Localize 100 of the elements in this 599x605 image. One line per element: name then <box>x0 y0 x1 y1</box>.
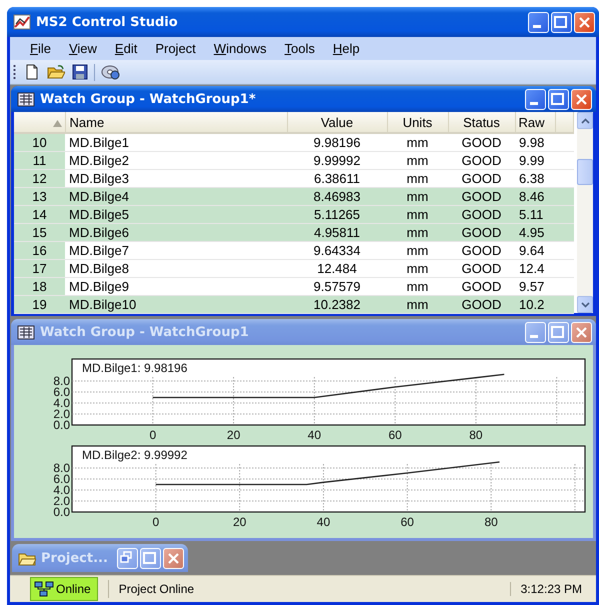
y-tick-label: 4.0 <box>53 396 70 410</box>
menu-item[interactable]: Help <box>324 39 368 58</box>
scroll-down-button[interactable] <box>577 296 593 313</box>
menu-item[interactable]: Project <box>147 39 204 58</box>
status-text: Online <box>56 582 91 596</box>
table-cell: 9.64 <box>515 242 555 260</box>
y-tick-label: 0.0 <box>53 418 70 432</box>
x-tick-label: 0 <box>152 515 160 529</box>
table-cell: 10.2 <box>515 296 555 314</box>
table-cell: MD.Bilge6 <box>65 224 287 242</box>
y-tick-label: 8.0 <box>53 374 70 388</box>
column-header[interactable]: Status <box>448 112 515 133</box>
minimize-button[interactable] <box>525 322 546 342</box>
table-row[interactable]: 14 MD.Bilge5 5.11265 mm GOOD 5.11 <box>14 206 574 224</box>
menu-item[interactable]: File <box>22 39 59 58</box>
table-cell: mm <box>387 206 448 224</box>
save-button[interactable] <box>70 63 90 81</box>
maximize-button[interactable] <box>548 88 569 110</box>
table-cell: mm <box>387 296 448 314</box>
table-cell: 8.46983 <box>287 188 387 206</box>
table-row[interactable]: 10 MD.Bilge1 9.98196 mm GOOD 9.98 <box>14 133 574 152</box>
status-message: Project Online <box>118 582 196 596</box>
row-number: 15 <box>14 224 65 242</box>
table-cell: 5.11265 <box>287 206 387 224</box>
menu-item[interactable]: Tools <box>276 39 323 58</box>
chart-title: MD.Bilge2: 9.99992 <box>82 448 188 462</box>
minimize-button[interactable] <box>528 12 549 32</box>
close-button[interactable] <box>571 88 592 110</box>
status-time: 3:12:23 PM <box>510 582 592 596</box>
menu-item[interactable]: View <box>60 39 105 58</box>
row-number: 14 <box>14 206 65 224</box>
close-button[interactable] <box>571 322 592 342</box>
column-header[interactable]: Units <box>387 112 448 133</box>
table-cell: 12.484 <box>287 260 387 278</box>
table-cell: 10.2382 <box>287 296 387 314</box>
maximize-button[interactable] <box>551 12 572 32</box>
table-row[interactable]: 15 MD.Bilge6 4.95811 mm GOOD 4.95 <box>14 224 574 242</box>
table-row[interactable]: 11 MD.Bilge2 9.99992 mm GOOD 9.99 <box>14 152 574 170</box>
y-tick-label: 6.0 <box>53 472 70 486</box>
x-tick-label: 40 <box>308 428 322 442</box>
table-row[interactable]: 13 MD.Bilge4 8.46983 mm GOOD 8.46 <box>14 188 574 206</box>
group-icon <box>17 324 35 340</box>
scroll-up-button[interactable] <box>577 112 593 129</box>
column-header[interactable]: Name <box>65 112 287 133</box>
x-tick-label: 80 <box>484 515 498 529</box>
table-row[interactable]: 19 MD.Bilge10 10.2382 mm GOOD 10.2 <box>14 296 574 314</box>
table-row[interactable]: 17 MD.Bilge8 12.484 mm GOOD 12.4 <box>14 260 574 278</box>
restore-button[interactable] <box>117 548 138 568</box>
row-number: 11 <box>14 152 65 170</box>
group-icon <box>17 92 35 106</box>
x-tick-label: 20 <box>232 515 246 529</box>
row-number: 16 <box>14 242 65 260</box>
x-tick-label: 60 <box>400 515 414 529</box>
table-cell: mm <box>387 242 448 260</box>
table-cell: 9.99992 <box>287 152 387 170</box>
toolbar-grip[interactable] <box>13 64 16 80</box>
scroll-thumb[interactable] <box>577 159 593 185</box>
table-cell: MD.Bilge5 <box>65 206 287 224</box>
chevron-up-icon <box>580 118 590 124</box>
table-cell: MD.Bilge4 <box>65 188 287 206</box>
table-cell: 9.64334 <box>287 242 387 260</box>
y-tick-label: 6.0 <box>53 385 70 399</box>
y-tick-label: 0.0 <box>53 505 70 519</box>
close-button[interactable] <box>574 12 595 32</box>
y-tick-label: 4.0 <box>53 483 70 497</box>
table-cell: 9.98 <box>515 133 555 152</box>
table-row[interactable]: 16 MD.Bilge7 9.64334 mm GOOD 9.64 <box>14 242 574 260</box>
network-icon <box>34 581 54 597</box>
row-number: 18 <box>14 278 65 296</box>
close-button[interactable] <box>163 548 184 568</box>
minimize-icon <box>530 334 538 338</box>
y-tick-label: 2.0 <box>53 494 70 508</box>
chevron-down-icon <box>580 302 590 308</box>
table-cell: 12.4 <box>515 260 555 278</box>
column-header[interactable]: Value <box>287 112 387 133</box>
table-cell: MD.Bilge1 <box>65 133 287 152</box>
scrollbar[interactable] <box>577 112 593 313</box>
y-tick-label: 2.0 <box>53 407 70 421</box>
menu-item[interactable]: Edit <box>106 39 146 58</box>
table-cell: GOOD <box>448 188 515 206</box>
column-header[interactable]: Raw <box>515 112 555 133</box>
row-number: 19 <box>14 296 65 314</box>
table-cell: GOOD <box>448 242 515 260</box>
table-cell: MD.Bilge7 <box>65 242 287 260</box>
table-cell: 4.95 <box>515 224 555 242</box>
maximize-button[interactable] <box>140 548 161 568</box>
table-cell: GOOD <box>448 260 515 278</box>
minimize-icon <box>533 24 541 28</box>
x-tick-label: 80 <box>469 428 483 442</box>
minimize-button[interactable] <box>525 88 546 110</box>
row-number: 17 <box>14 260 65 278</box>
table-cell: MD.Bilge10 <box>65 296 287 314</box>
x-tick-label: 40 <box>316 515 330 529</box>
table-cell: mm <box>387 152 448 170</box>
menu-item[interactable]: Windows <box>206 39 275 58</box>
window-title: Watch Group - WatchGroup1 <box>40 324 250 340</box>
chart-title: MD.Bilge1: 9.98196 <box>82 361 188 375</box>
maximize-button[interactable] <box>548 322 569 342</box>
open-folder-button[interactable] <box>45 63 67 81</box>
table-cell: 4.95811 <box>287 224 387 242</box>
